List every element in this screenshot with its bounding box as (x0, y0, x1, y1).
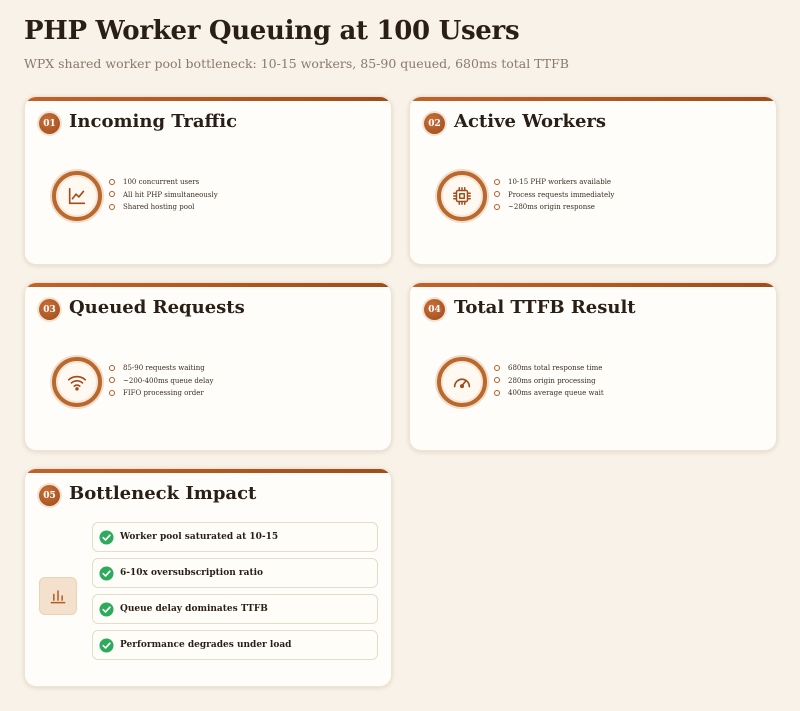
list-item: ~200-400ms queue delay (109, 375, 213, 388)
bar-chart-icon (39, 577, 77, 615)
card-queued-requests: 03 Queued Requests 85-90 requests waitin… (24, 282, 392, 451)
list-item: ~280ms origin response (494, 201, 614, 214)
check-item-label: 6-10x oversubscription ratio (120, 568, 264, 578)
check-item-label: Worker pool saturated at 10-15 (120, 532, 279, 542)
check-circle-icon (99, 601, 114, 617)
card-header: 02 Active Workers (424, 109, 606, 134)
card-header: 05 Bottleneck Impact (39, 481, 256, 506)
card-title: Bottleneck Impact (69, 483, 257, 504)
check-circle-icon (99, 637, 114, 653)
card-active-workers: 02 Active Workers 10-15 PHP workers avai… (409, 96, 777, 265)
check-circle-icon (99, 529, 114, 545)
card-header: 04 Total TTFB Result (424, 295, 636, 320)
speedometer-icon (437, 357, 487, 407)
wifi-icon (52, 357, 102, 407)
card-title: Total TTFB Result (454, 297, 636, 318)
list-item: FIFO processing order (109, 387, 213, 400)
step-number-badge: 05 (39, 485, 60, 506)
card-bottleneck-impact: 05 Bottleneck Impact Worker pool saturat… (24, 468, 392, 687)
card-title: Active Workers (454, 111, 607, 132)
step-number-badge: 03 (39, 299, 60, 320)
list-item: Performance degrades under load (92, 630, 378, 660)
list-item: 10-15 PHP workers available (494, 176, 614, 189)
page-subtitle: WPX shared worker pool bottleneck: 10-15… (24, 56, 569, 71)
list-item: Process requests immediately (494, 189, 614, 202)
card-title: Queued Requests (69, 297, 245, 318)
bullet-list: 85-90 requests waiting ~200-400ms queue … (109, 362, 213, 400)
card-total-ttfb-result: 04 Total TTFB Result 680ms total respons… (409, 282, 777, 451)
check-item-label: Performance degrades under load (120, 640, 292, 650)
step-number-badge: 02 (424, 113, 445, 134)
card-header: 03 Queued Requests (39, 295, 245, 320)
list-item: 85-90 requests waiting (109, 362, 213, 375)
step-number-badge: 04 (424, 299, 445, 320)
bullet-list: 680ms total response time 280ms origin p… (494, 362, 604, 400)
list-item: 400ms average queue wait (494, 387, 604, 400)
card-incoming-traffic: 01 Incoming Traffic 100 concurrent users… (24, 96, 392, 265)
line-chart-icon (52, 171, 102, 221)
check-circle-icon (99, 565, 114, 581)
list-item: Worker pool saturated at 10-15 (92, 522, 378, 552)
list-item: 100 concurrent users (109, 176, 218, 189)
step-number-badge: 01 (39, 113, 60, 134)
card-title: Incoming Traffic (69, 111, 238, 132)
list-item: Queue delay dominates TTFB (92, 594, 378, 624)
bullet-list: 10-15 PHP workers available Process requ… (494, 176, 614, 214)
bullet-list: 100 concurrent users All hit PHP simulta… (109, 176, 218, 214)
list-item: 280ms origin processing (494, 375, 604, 388)
list-item: Shared hosting pool (109, 201, 218, 214)
card-header: 01 Incoming Traffic (39, 109, 237, 134)
list-item: All hit PHP simultaneously (109, 189, 218, 202)
list-item: 680ms total response time (494, 362, 604, 375)
list-item: 6-10x oversubscription ratio (92, 558, 378, 588)
cpu-chip-icon (437, 171, 487, 221)
check-item-label: Queue delay dominates TTFB (120, 604, 268, 614)
page-title: PHP Worker Queuing at 100 Users (24, 16, 520, 46)
